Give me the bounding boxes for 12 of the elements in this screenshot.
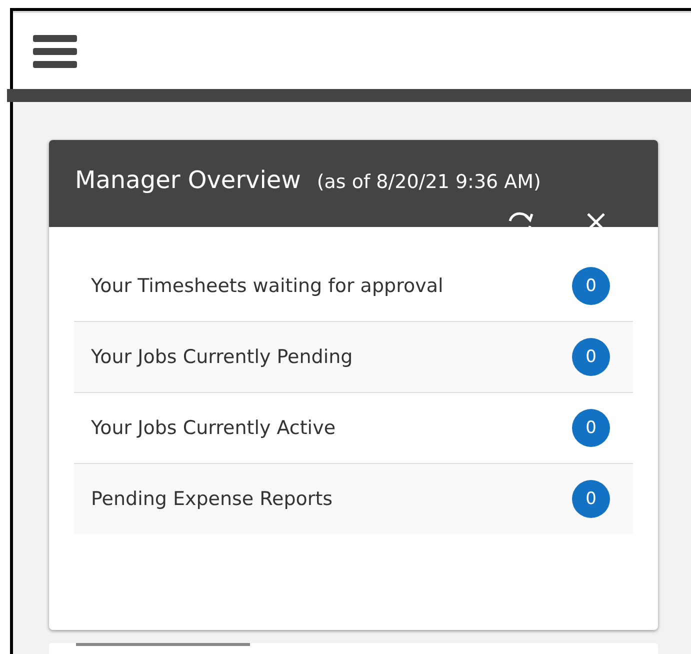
row-label: Pending Expense Reports <box>91 488 333 510</box>
row-label: Your Timesheets waiting for approval <box>91 275 444 297</box>
count-badge: 0 <box>572 267 610 305</box>
widget-title: Manager Overview <box>75 166 301 194</box>
row-label: Your Jobs Currently Active <box>91 417 336 439</box>
count-badge: 0 <box>572 338 610 376</box>
count-badge: 0 <box>572 480 610 518</box>
list-row[interactable]: Your Jobs Currently Pending 0 <box>74 322 633 393</box>
count-badge: 0 <box>572 409 610 447</box>
timestamp: (as of 8/20/21 9:36 AM) <box>316 171 541 193</box>
row-label: Your Jobs Currently Pending <box>91 346 353 368</box>
list-row[interactable]: Pending Expense Reports 0 <box>74 464 633 534</box>
